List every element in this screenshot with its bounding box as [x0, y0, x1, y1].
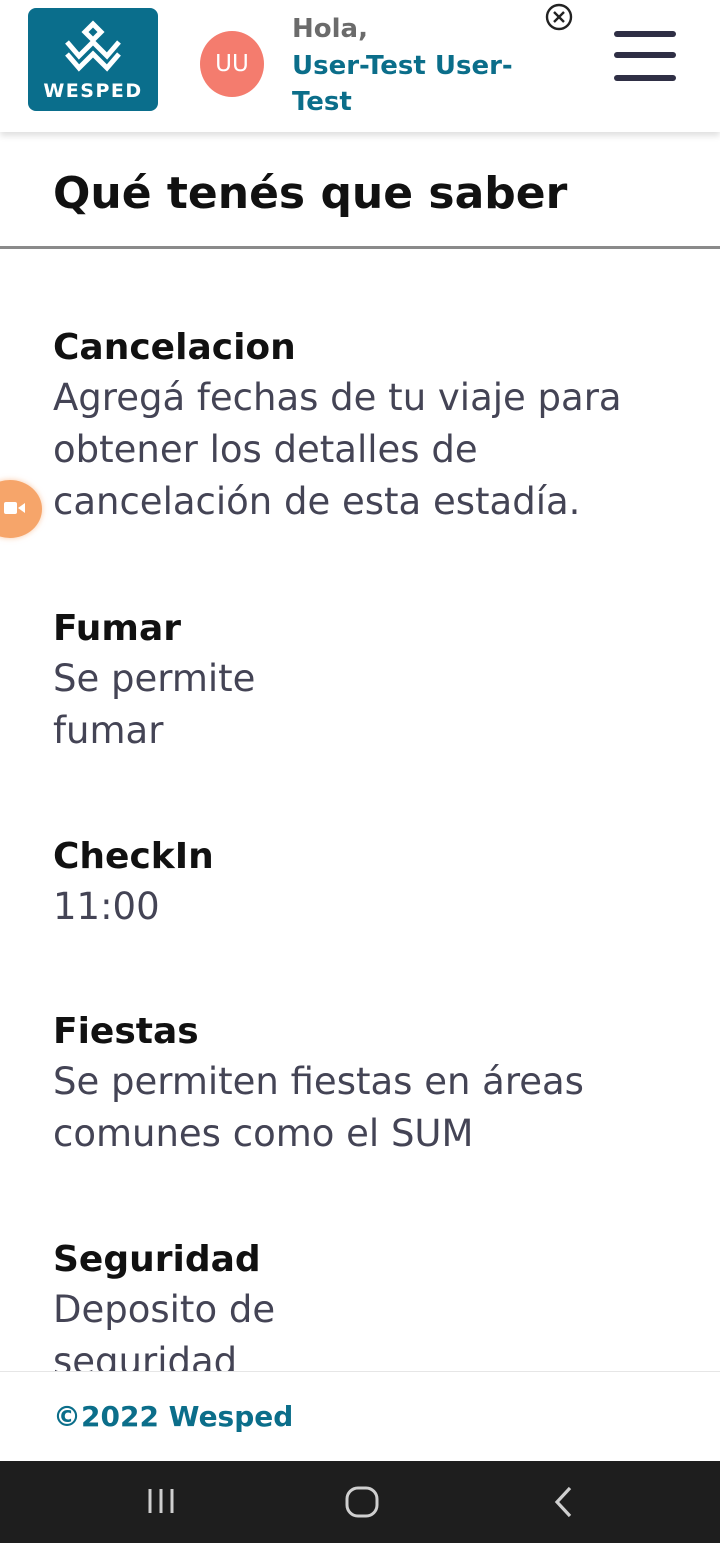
- wesped-logo[interactable]: WESPED: [28, 8, 158, 111]
- divider: [0, 246, 720, 249]
- video-camera-icon: [4, 502, 25, 514]
- wesped-logo-icon: [65, 20, 121, 72]
- system-navigation-bar: [0, 1461, 720, 1543]
- info-item-title: CheckIn: [53, 836, 214, 877]
- info-item-fumar: Fumar Se permite fumar: [53, 605, 673, 757]
- info-item-seguridad: Seguridad Deposito de seguridad: [53, 1236, 673, 1388]
- close-icon[interactable]: [545, 3, 573, 31]
- username-label: User-Test User-Test: [292, 51, 513, 117]
- app-header: WESPED UU Hola, User-Test User-Test: [0, 0, 720, 132]
- info-item-title: Fumar: [53, 608, 181, 649]
- info-item-text: Agregá fechas de tu viaje para obtener l…: [53, 376, 622, 523]
- info-item-fiestas: Fiestas Se permiten fiestas en áreas com…: [53, 1008, 673, 1160]
- info-item-text: Se permiten fiestas en áreas comunes com…: [53, 1060, 584, 1155]
- avatar[interactable]: UU: [200, 31, 264, 97]
- hamburger-menu-icon[interactable]: [614, 31, 676, 87]
- recent-apps-icon[interactable]: [146, 1485, 178, 1517]
- info-item-title: Cancelacion: [53, 327, 296, 368]
- info-item-title: Fiestas: [53, 1011, 199, 1052]
- info-item-cancelacion: Cancelacion Agregá fechas de tu viaje pa…: [53, 324, 673, 528]
- info-item-title: Seguridad: [53, 1239, 261, 1280]
- info-item-text: Se permite fumar: [53, 657, 256, 752]
- back-icon[interactable]: [552, 1485, 576, 1519]
- page-footer: ©2022 Wesped: [0, 1371, 720, 1462]
- logo-text: WESPED: [43, 80, 143, 102]
- page-title: Qué tenés que saber: [53, 168, 568, 219]
- greeting-label: Hola,: [292, 14, 368, 44]
- copyright-text: ©2022 Wesped: [53, 1400, 294, 1433]
- info-item-checkin: CheckIn 11:00: [53, 833, 673, 933]
- home-icon[interactable]: [344, 1485, 380, 1519]
- video-call-bubble[interactable]: [0, 480, 42, 538]
- info-item-text: 11:00: [53, 885, 160, 928]
